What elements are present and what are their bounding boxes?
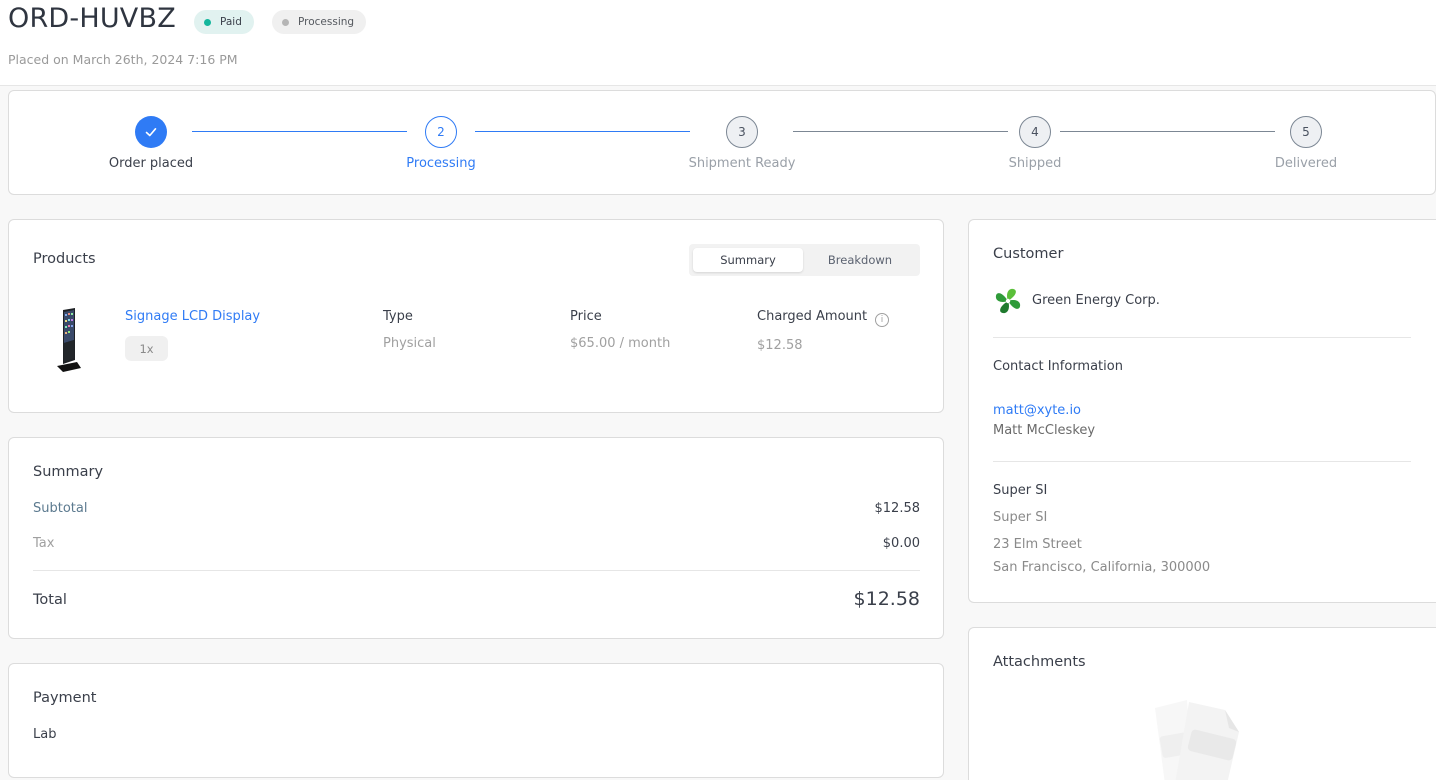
product-type: Physical (383, 336, 436, 351)
contact-name: Matt McCleskey (993, 423, 1096, 438)
attachments-title: Attachments (993, 654, 1086, 670)
empty-files-icon (1147, 694, 1257, 780)
tax-label: Tax (33, 536, 55, 551)
company-logo-icon (993, 286, 1023, 316)
price-column-header: Price (570, 309, 602, 324)
payment-status-badge: Paid (194, 10, 254, 34)
products-title: Products (33, 251, 96, 267)
step-label: Shipped (1008, 156, 1062, 171)
address-street: 23 Elm Street (993, 537, 1082, 552)
contact-info-title: Contact Information (993, 359, 1123, 374)
type-column-header: Type (383, 309, 413, 324)
total-value: $12.58 (853, 588, 920, 610)
payment-card: Payment Lab (8, 663, 944, 778)
order-header: ORD-HUVBZ Paid Processing Placed on Marc… (0, 0, 1436, 86)
payment-method: Lab (33, 727, 57, 742)
step-number: 2 (425, 116, 457, 148)
summary-toggle-button[interactable]: Summary (693, 248, 803, 272)
step-number: 5 (1290, 116, 1322, 148)
status-dot-icon (282, 18, 289, 26)
order-status-badge: Processing (272, 10, 367, 34)
customer-card: Customer Green Energy Corp. Contact Info… (968, 219, 1436, 603)
order-progress-stepper: Order placed 2 Processing 3 Shipment Rea… (8, 90, 1436, 195)
view-toggle: Summary Breakdown (689, 244, 920, 276)
tax-value: $0.00 (882, 536, 920, 551)
product-price: $65.00 / month (570, 336, 671, 351)
step-connector (475, 131, 690, 132)
breakdown-toggle-button[interactable]: Breakdown (805, 248, 915, 272)
step-shipment-ready: 3 Shipment Ready (677, 116, 807, 171)
check-icon (135, 116, 167, 148)
quantity-badge: 1x (125, 336, 168, 361)
contact-email-link[interactable]: matt@xyte.io (993, 403, 1081, 418)
order-id-title: ORD-HUVBZ (8, 3, 176, 34)
step-order-placed: Order placed (86, 116, 216, 171)
address-title: Super SI (993, 483, 1048, 498)
step-label: Processing (406, 156, 476, 171)
step-connector (192, 131, 407, 132)
product-charged-amount: $12.58 (757, 338, 803, 353)
customer-divider (993, 337, 1411, 338)
step-number: 3 (726, 116, 758, 148)
products-card: Products Summary Breakdown Signage LCD D… (8, 219, 944, 413)
subtotal-value: $12.58 (874, 501, 921, 516)
step-number: 4 (1019, 116, 1051, 148)
step-label: Order placed (108, 156, 194, 171)
summary-title: Summary (33, 464, 104, 480)
info-icon[interactable]: i (875, 313, 889, 327)
total-label: Total (33, 592, 67, 608)
placed-on-date: Placed on March 26th, 2024 7:16 PM (8, 52, 238, 67)
customer-title: Customer (993, 246, 1064, 262)
step-delivered: 5 Delivered (1241, 116, 1371, 171)
attachments-card: Attachments (968, 627, 1436, 780)
subtotal-label: Subtotal (33, 501, 88, 516)
product-image (53, 308, 85, 374)
step-label: Delivered (1274, 156, 1338, 171)
company-name: Green Energy Corp. (1032, 293, 1160, 308)
summary-card: Summary Subtotal $12.58 Tax $0.00 Total … (8, 437, 944, 639)
address-city: San Francisco, California, 300000 (993, 560, 1211, 575)
summary-divider (33, 570, 920, 571)
step-processing: 2 Processing (376, 116, 506, 171)
badge-label: Paid (220, 16, 242, 28)
address-divider (993, 461, 1411, 462)
step-label: Shipment Ready (688, 156, 796, 171)
address-name: Super SI (993, 510, 1048, 525)
status-dot-icon (204, 18, 211, 26)
payment-title: Payment (33, 690, 97, 706)
charged-amount-column-header: Charged Amount (757, 309, 868, 324)
step-shipped: 4 Shipped (970, 116, 1100, 171)
product-name-link[interactable]: Signage LCD Display (125, 309, 260, 324)
badge-label: Processing (298, 16, 355, 28)
